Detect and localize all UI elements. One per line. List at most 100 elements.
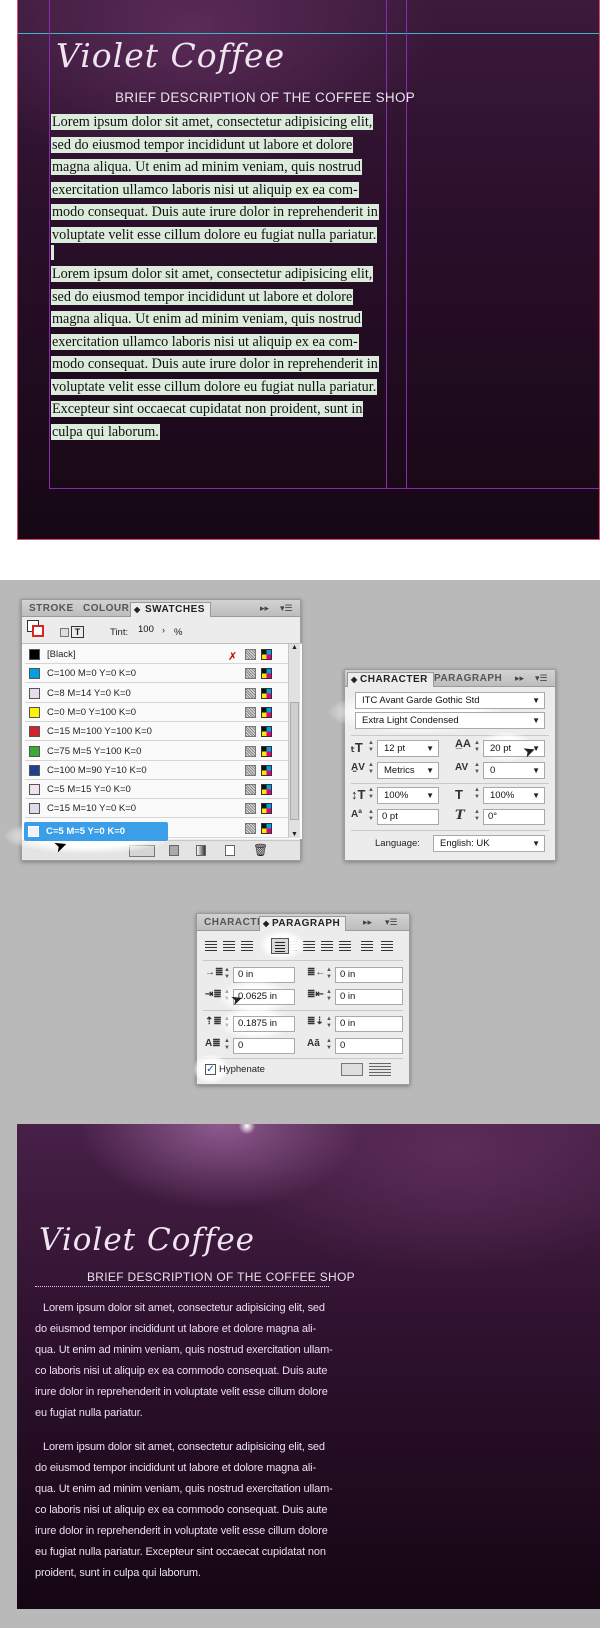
chevron-down-icon: ▼ (532, 791, 540, 800)
drop-cap-chars-input[interactable]: 0 (335, 1038, 403, 1054)
align-towards-spine-icon[interactable] (339, 941, 351, 951)
swatch-chip (29, 745, 40, 757)
tab-character[interactable]: CHARACTER (199, 916, 259, 931)
spinner-icon[interactable]: ▲▼ (367, 787, 375, 803)
swatch-row[interactable]: C=15 M=100 Y=100 K=0 (25, 722, 288, 742)
tint-slider-arrow-icon[interactable]: › (162, 625, 165, 635)
align-extra-icon[interactable] (381, 941, 393, 951)
cmyk-mode-icon (261, 803, 272, 815)
scrollbar[interactable]: ▲ ▼ (288, 644, 300, 838)
spinner-icon[interactable]: ▲▼ (473, 787, 481, 803)
space-after-input[interactable]: 0 in (335, 1016, 403, 1032)
spinner-icon[interactable]: ▲▼ (473, 809, 481, 825)
swatch-row[interactable]: C=75 M=5 Y=100 K=0 (25, 742, 288, 761)
guide-margin-left[interactable] (49, 0, 50, 489)
spot-process-icon (245, 668, 256, 680)
baseline-shift-input[interactable]: 0 pt (377, 809, 439, 825)
justify-all-icon[interactable] (321, 941, 333, 951)
guide-horizontal[interactable] (18, 33, 599, 34)
space-before-input[interactable]: 0.1875 in (233, 1016, 295, 1032)
panel-menu-icon[interactable]: ▾☰ (535, 673, 548, 684)
swatch-row[interactable]: [Black] ✗ (25, 645, 288, 664)
tab-paragraph[interactable]: PARAGRAPH (429, 672, 507, 687)
swatch-chip (29, 803, 40, 815)
tint-input[interactable]: 100 (134, 623, 162, 639)
panel-menu-icon[interactable]: ▾☰ (385, 917, 398, 928)
single-line-composer-icon[interactable] (341, 1063, 363, 1076)
tab-stroke[interactable]: STROKE (24, 602, 79, 617)
spinner-icon[interactable]: ▲▼ (473, 762, 481, 778)
collapse-icon[interactable]: ▸▸ (260, 603, 269, 614)
guide-column-gutter[interactable] (406, 0, 407, 489)
spinner-icon[interactable]: ▲▼ (223, 1038, 231, 1054)
spot-process-icon (245, 649, 256, 660)
new-swatch-icon[interactable] (225, 845, 235, 856)
spinner-icon[interactable]: ▲▼ (367, 740, 375, 756)
font-family-dropdown[interactable]: ITC Avant Garde Gothic Std ▼ (355, 692, 545, 709)
selected-text-line: voluptate velit esse cillum dolore eu fu… (51, 226, 378, 243)
collapse-icon[interactable]: ▸▸ (363, 917, 372, 928)
selected-swatch-row[interactable]: C=5 M=5 Y=0 K=0 (24, 822, 168, 841)
paragraph-composer-icon[interactable] (369, 1063, 391, 1076)
last-line-indent-icon: ≣⇤ (307, 989, 324, 1000)
tab-character[interactable]: ◆ CHARACTER (347, 672, 434, 687)
panel-menu-icon[interactable]: ▾☰ (280, 603, 293, 614)
horizontal-scale-input[interactable]: 100% ▼ (483, 787, 545, 804)
language-dropdown[interactable]: English: UK ▼ (433, 835, 545, 852)
right-indent-input[interactable]: 0 in (335, 967, 403, 983)
paragraph-line: culpa qui laborum. (51, 421, 406, 444)
tab-paragraph[interactable]: ◆ PARAGRAPH (259, 916, 347, 931)
spinner-icon[interactable]: ▲▼ (325, 1038, 333, 1054)
skew-input[interactable]: 0° (483, 809, 545, 825)
tracking-value: 0 (490, 765, 496, 776)
align-left-icon[interactable] (205, 941, 217, 951)
delete-swatch-icon[interactable]: 🗑 (253, 843, 268, 857)
spinner-icon[interactable]: ▲▼ (325, 1016, 333, 1032)
show-gradient-swatches-icon[interactable] (196, 845, 206, 856)
spinner-icon[interactable]: ▲▼ (367, 762, 375, 778)
kerning-dropdown[interactable]: Metrics ▼ (377, 762, 439, 779)
text-format-icon[interactable]: T (71, 626, 84, 638)
font-family-value: ITC Avant Garde Gothic Std (362, 695, 480, 706)
tab-toggle-icon: ◆ (134, 605, 141, 614)
align-away-spine-icon[interactable] (361, 941, 373, 951)
font-style-dropdown[interactable]: Extra Light Condensed ▼ (355, 712, 545, 729)
container-icon[interactable] (60, 628, 69, 637)
scroll-down-icon[interactable]: ▼ (291, 831, 298, 838)
collapse-icon[interactable]: ▸▸ (515, 673, 524, 684)
kerning-icon: A̰V (351, 762, 365, 773)
spinner-icon[interactable]: ▲▼ (223, 967, 231, 983)
swatch-row[interactable]: C=100 M=90 Y=10 K=0 (25, 761, 288, 780)
swatch-chip (29, 668, 40, 680)
spinner-icon[interactable]: ▲▼ (325, 989, 333, 1005)
scroll-up-icon[interactable]: ▲ (291, 644, 298, 651)
align-center-icon[interactable] (223, 941, 235, 951)
tab-swatches[interactable]: ◆ SWATCHES (130, 602, 211, 617)
hyphenate-checkbox[interactable]: ✓ (205, 1064, 216, 1075)
drop-cap-lines-input[interactable]: 0 (233, 1038, 295, 1054)
swatch-row[interactable]: C=0 M=0 Y=100 K=0 (25, 703, 288, 722)
top-canvas: Violet Coffee BRIEF DESCRIPTION OF THE C… (0, 0, 600, 580)
font-size-input[interactable]: 12 pt ▼ (377, 740, 439, 757)
vertical-scale-input[interactable]: 100% ▼ (377, 787, 439, 804)
last-line-indent-input[interactable]: 0 in (335, 989, 403, 1005)
paragraph-line: magna aliqua. Ut enim ad minim veniam, q… (51, 156, 406, 179)
selected-paragraph-2[interactable]: Lorem ipsum dolor sit amet, consectetur … (51, 263, 406, 443)
selected-paragraph-1[interactable]: Lorem ipsum dolor sit amet, consectetur … (51, 111, 406, 246)
spinner-icon[interactable]: ▲▼ (325, 967, 333, 983)
swatch-row[interactable]: C=5 M=15 Y=0 K=0 (25, 780, 288, 800)
tab-colour[interactable]: COLOUR (78, 602, 134, 617)
spinner-icon[interactable]: ▲▼ (367, 809, 375, 825)
swatch-row[interactable]: C=15 M=10 Y=0 K=0 (25, 799, 288, 819)
swatch-row[interactable]: C=100 M=0 Y=0 K=0 (25, 664, 288, 684)
show-colour-swatches-icon[interactable] (169, 845, 179, 856)
cmyk-mode-icon (261, 706, 272, 718)
align-right-icon[interactable] (241, 941, 253, 951)
align-left-justify-button-selected[interactable] (271, 938, 289, 954)
swatch-row[interactable]: C=8 M=14 Y=0 K=0 (25, 684, 288, 703)
tracking-dropdown[interactable]: 0 ▼ (483, 762, 545, 779)
body-text-line: do eiusmod tempor incididunt ut labore e… (35, 1323, 316, 1335)
fill-stroke-icon[interactable] (27, 620, 45, 638)
scroll-thumb[interactable] (290, 702, 299, 820)
body-text-line: irure dolor in reprehenderit in voluptat… (35, 1386, 328, 1398)
